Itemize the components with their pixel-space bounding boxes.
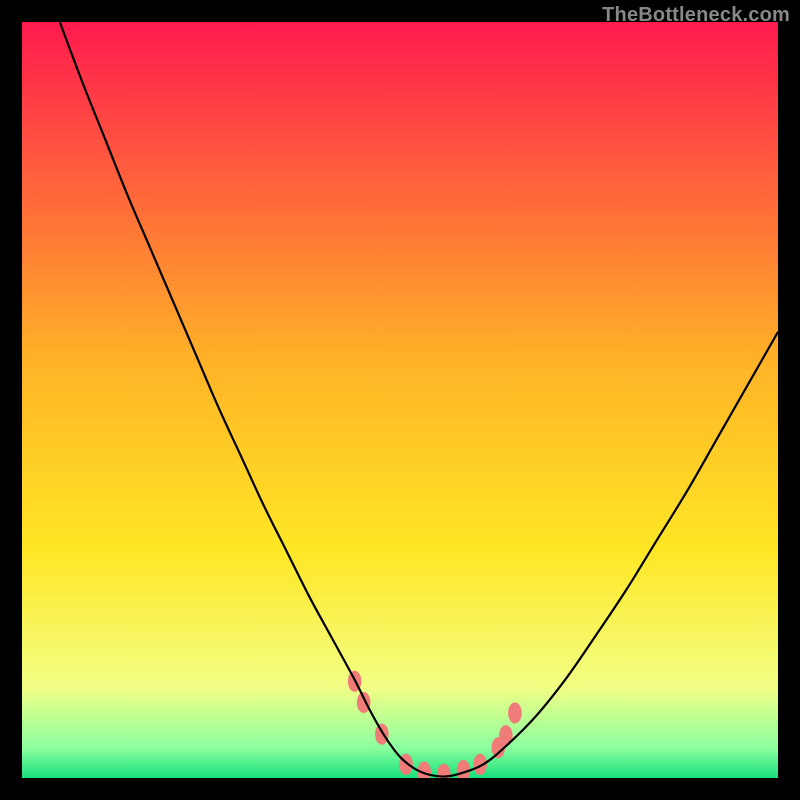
chart-frame: TheBottleneck.com	[0, 0, 800, 800]
trough-marker	[375, 724, 389, 745]
plot-area	[22, 22, 778, 778]
markers-group	[348, 671, 522, 778]
watermark-text: TheBottleneck.com	[602, 4, 790, 27]
chart-svg	[22, 22, 778, 778]
trough-marker	[508, 702, 522, 723]
trough-marker	[457, 760, 471, 778]
bottleneck-curve	[60, 22, 778, 777]
